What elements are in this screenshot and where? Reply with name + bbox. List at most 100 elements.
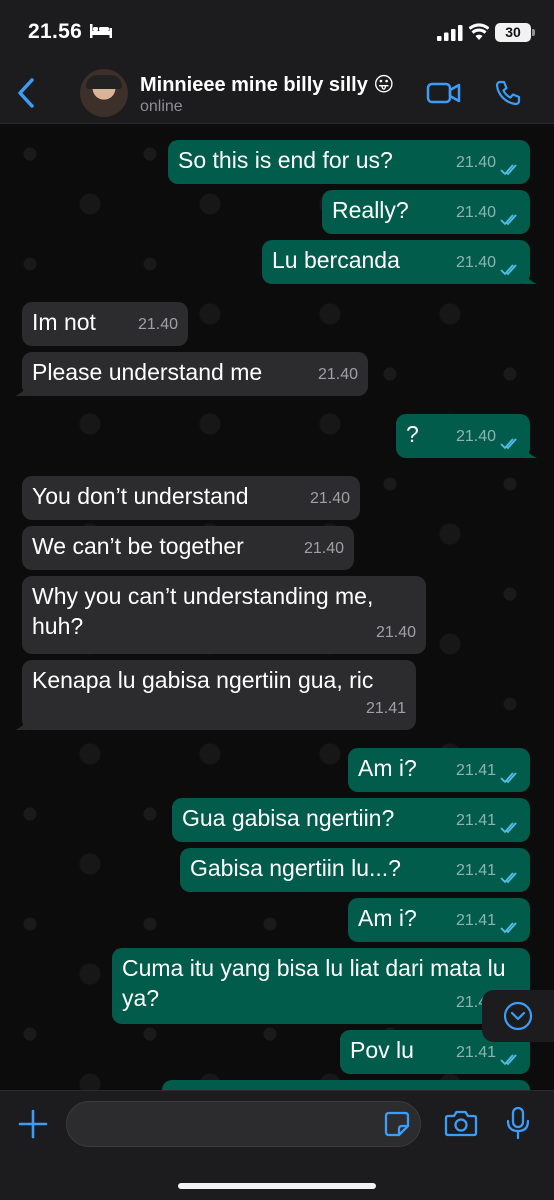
message-meta: 21.41 (456, 856, 520, 886)
message-time: 21.40 (455, 428, 496, 445)
read-receipt-icon (500, 264, 517, 276)
scroll-to-bottom-button[interactable] (482, 990, 554, 1042)
partially-visible-message[interactable] (162, 1080, 530, 1090)
microphone-icon[interactable] (506, 1106, 530, 1140)
message-meta: 21.40 (456, 422, 520, 452)
outgoing-message[interactable]: Gabisa ngertiin lu...? 21.41 (180, 848, 530, 892)
message-meta: 21.40 (310, 484, 350, 514)
message-time: 21.41 (365, 700, 406, 717)
message-text: Kenapa lu gabisa ngertiin gua, ric (32, 667, 374, 693)
bubble-tail (523, 270, 537, 284)
message-text: Please understand me (32, 359, 263, 385)
incoming-message[interactable]: You don’t understand 21.40 (22, 476, 360, 520)
message-meta: 21.41 (456, 906, 520, 936)
message-meta: 21.41 (456, 806, 520, 836)
read-receipt-icon (500, 214, 517, 226)
contact-name[interactable]: Minnieee mine billy silly 😛 (140, 72, 394, 97)
message-text: Lu bercanda (272, 247, 400, 273)
attach-plus-icon[interactable] (18, 1109, 48, 1139)
incoming-message[interactable]: Im not 21.40 (22, 302, 188, 346)
message-time: 21.41 (455, 912, 496, 929)
message-input-bar (0, 1090, 554, 1200)
message-meta: 21.40 (456, 248, 520, 278)
message-text: Am i? (358, 755, 417, 781)
message-time: 21.41 (455, 862, 496, 879)
message-text: Im not (32, 309, 96, 335)
sticker-icon[interactable] (384, 1111, 410, 1137)
voice-call-icon[interactable] (494, 79, 522, 107)
message-time: 21.40 (303, 540, 344, 557)
home-indicator (178, 1183, 376, 1189)
bubble-tail (15, 716, 29, 730)
contact-status: online (140, 98, 183, 115)
message-time: 21.40 (455, 254, 496, 271)
read-receipt-icon (500, 872, 517, 884)
video-call-icon[interactable] (426, 80, 462, 106)
camera-icon[interactable] (444, 1109, 478, 1137)
message-text: Pov lu (350, 1037, 414, 1063)
read-receipt-icon (500, 1054, 517, 1066)
battery-indicator: 30 (495, 23, 531, 42)
message-time: 21.41 (455, 812, 496, 829)
message-time: 21.40 (455, 154, 496, 171)
read-receipt-icon (500, 772, 517, 784)
message-time: 21.40 (375, 624, 416, 641)
message-time: 21.40 (137, 316, 178, 333)
sleep-focus-icon (90, 24, 112, 38)
status-bar: 21.56 30 (0, 0, 554, 62)
message-text: Why you can’t understanding me, huh? (32, 583, 374, 639)
incoming-message[interactable]: Kenapa lu gabisa ngertiin gua, ric 21.41 (15, 660, 416, 730)
wifi-icon (469, 23, 489, 40)
read-receipt-icon (500, 922, 517, 934)
message-time: 21.40 (455, 204, 496, 221)
message-time: 21.41 (455, 1044, 496, 1061)
outgoing-message[interactable]: Am i? 21.41 (348, 898, 530, 942)
message-text: ? (406, 421, 419, 447)
message-meta: 21.40 (318, 360, 358, 390)
chevron-down-circle-icon (503, 1001, 533, 1031)
message-time: 21.41 (455, 762, 496, 779)
message-meta: 21.40 (456, 198, 520, 228)
message-text: Am i? (358, 905, 417, 931)
message-time: 21.40 (317, 366, 358, 383)
bubble-tail (15, 382, 29, 396)
bubble-tail (523, 444, 537, 458)
contact-avatar[interactable] (80, 69, 128, 117)
message-text: You don’t understand (32, 483, 249, 509)
outgoing-message[interactable]: Cuma itu yang bisa lu liat dari mata lu … (112, 948, 530, 1024)
message-text: Gua gabisa ngertiin? (182, 805, 395, 831)
chat-messages[interactable]: So this is end for us? 21.40 Really? 21.… (0, 124, 554, 1090)
cellular-signal-icon (437, 25, 463, 41)
outgoing-message[interactable]: Lu bercanda 21.40 (262, 240, 537, 284)
message-time: 21.40 (309, 490, 350, 507)
incoming-message[interactable]: We can’t be together 21.40 (22, 526, 354, 570)
outgoing-message[interactable]: ? 21.40 (396, 414, 537, 458)
message-meta: 21.41 (456, 756, 520, 786)
message-meta: 21.40 (304, 534, 344, 564)
incoming-message[interactable]: Why you can’t understanding me, huh? 21.… (22, 576, 426, 654)
read-receipt-icon (500, 438, 517, 450)
message-text: Really? (332, 197, 409, 223)
message-text: We can’t be together (32, 533, 244, 559)
outgoing-message[interactable]: Am i? 21.41 (348, 748, 530, 792)
status-time: 21.56 (28, 20, 83, 43)
back-chevron-icon[interactable] (14, 76, 40, 110)
message-meta: 21.41 (366, 694, 406, 724)
read-receipt-icon (500, 164, 517, 176)
message-text: So this is end for us? (178, 147, 393, 173)
battery-cap (532, 29, 535, 36)
outgoing-message[interactable]: Really? 21.40 (322, 190, 530, 234)
message-text: Cuma itu yang bisa lu liat dari mata lu … (122, 955, 506, 1011)
message-input[interactable] (66, 1101, 421, 1147)
chat-header: Minnieee mine billy silly 😛 online (0, 62, 554, 124)
read-receipt-icon (500, 822, 517, 834)
message-meta: 21.41 (456, 1038, 520, 1068)
avatar-cap (86, 75, 122, 89)
message-meta: 21.40 (138, 310, 178, 340)
incoming-message[interactable]: Please understand me 21.40 (15, 352, 368, 396)
outgoing-message[interactable]: Gua gabisa ngertiin? 21.41 (172, 798, 530, 842)
message-text: Gabisa ngertiin lu...? (190, 855, 401, 881)
outgoing-message[interactable]: So this is end for us? 21.40 (168, 140, 530, 184)
message-meta: 21.40 (456, 148, 520, 178)
message-meta: 21.40 (376, 618, 416, 648)
